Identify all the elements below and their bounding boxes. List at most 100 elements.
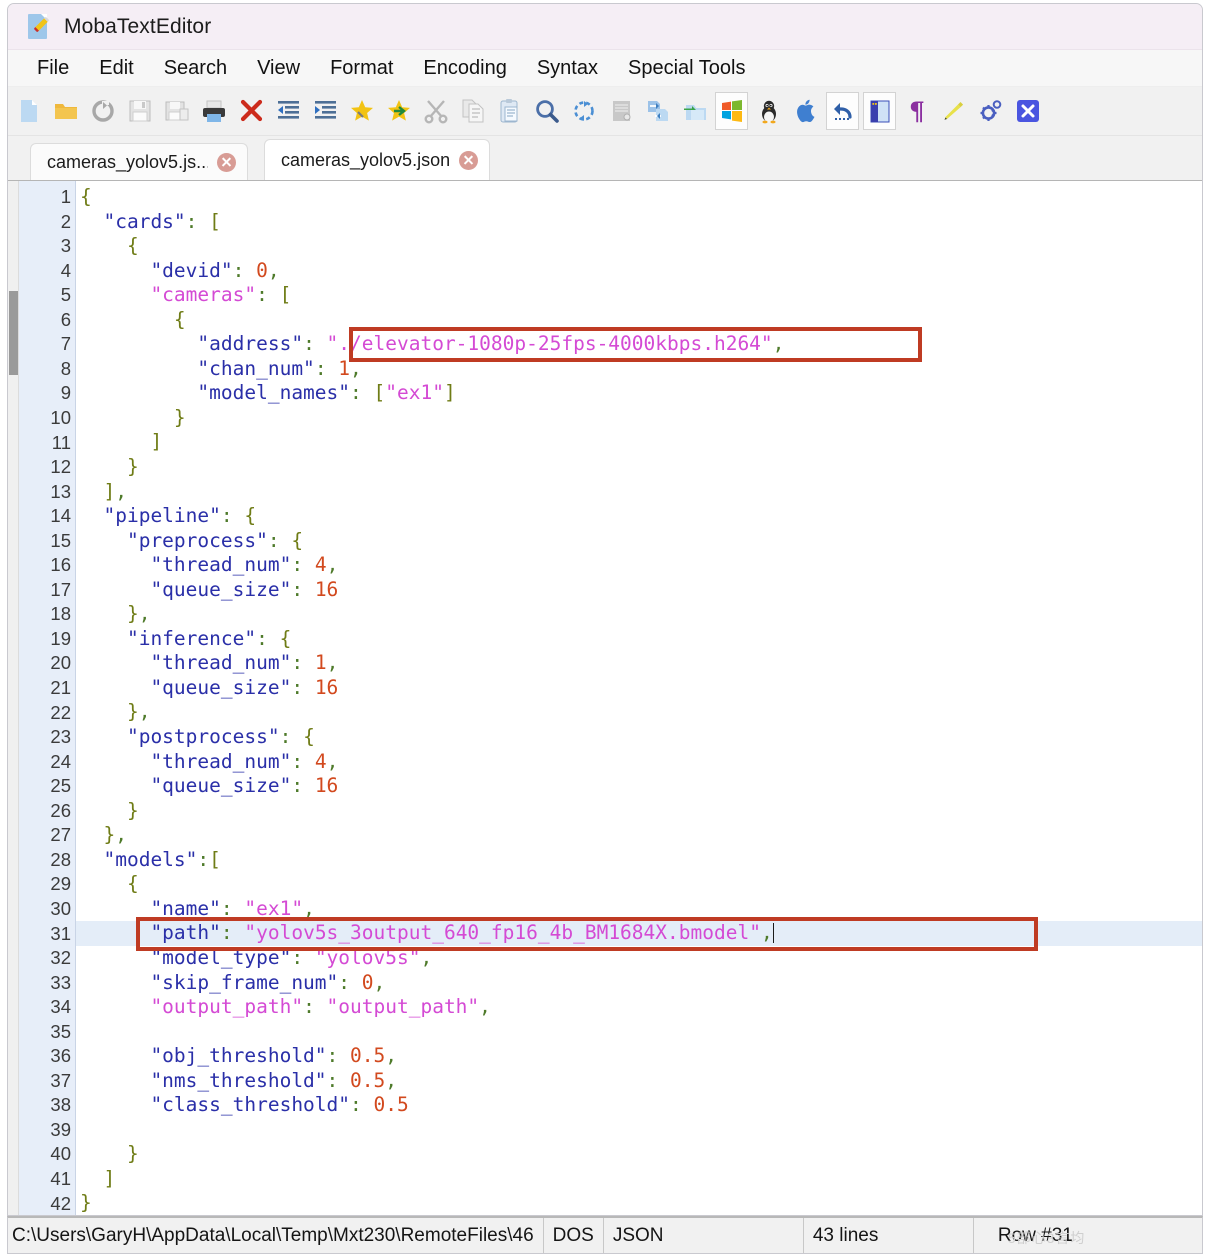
code-line-34[interactable]: "output_path": "output_path", [76, 995, 1202, 1020]
code-editor[interactable]: 1 2 3 4 5 6 7 8 9 10 11 12 13 14 15 16 17 18 19 20 21 22 23 24 2… [8, 180, 1202, 1215]
code-line-23[interactable]: "postprocess": { [76, 725, 1202, 750]
linux-penguin-icon[interactable] [752, 92, 785, 130]
line-number: 33 [50, 971, 71, 993]
new-file-icon[interactable] [12, 92, 45, 130]
code-line-8[interactable]: "chan_num": 1, [76, 357, 1202, 382]
code-line-14[interactable]: "pipeline": { [76, 504, 1202, 529]
line-number: 32 [50, 947, 71, 969]
code-line-7[interactable]: "address": "./elevator-1080p-25fps-4000k… [76, 332, 1202, 357]
menu-special-tools[interactable]: Special Tools [613, 57, 760, 80]
menubar: File Edit Search View Format Encoding Sy… [8, 50, 1202, 87]
line-number: 8 [60, 357, 71, 379]
save-as-icon[interactable] [160, 92, 193, 130]
line-number: 5 [60, 284, 71, 306]
pilcrow-icon[interactable]: ¶ [900, 92, 933, 130]
menu-format[interactable]: Format [315, 57, 408, 80]
menu-view[interactable]: View [242, 57, 315, 80]
code-line-28[interactable]: "models":[ [76, 848, 1202, 873]
side-panel-icon[interactable] [863, 92, 896, 130]
highlighter-pencil-icon[interactable] [937, 92, 970, 130]
close-x-icon[interactable] [234, 92, 267, 130]
swap-documents-icon[interactable] [641, 92, 674, 130]
search-magnifier-icon[interactable] [530, 92, 563, 130]
tab-cameras-yolov5-json[interactable]: cameras_yolov5.json [264, 139, 491, 180]
paste-icon[interactable] [493, 92, 526, 130]
code-line-13[interactable]: ], [76, 480, 1202, 505]
code-line-6[interactable]: { [76, 308, 1202, 333]
code-line-12[interactable]: } [76, 455, 1202, 480]
code-line-25[interactable]: "queue_size": 16 [76, 774, 1202, 799]
code-line-16[interactable]: "thread_num": 4, [76, 553, 1202, 578]
document-pencil-icon [25, 13, 51, 41]
code-line-41[interactable]: ] [76, 1167, 1202, 1192]
code-line-39[interactable] [76, 1118, 1202, 1143]
undo-icon[interactable] [826, 92, 859, 130]
code-line-3[interactable]: { [76, 234, 1202, 259]
status-language[interactable]: JSON [604, 1218, 804, 1253]
code-line-18[interactable]: }, [76, 602, 1202, 627]
settings-gear-icon[interactable] [974, 92, 1007, 130]
tab-cameras-yolov5-js[interactable]: cameras_yolov5.js... [30, 143, 248, 180]
code-line-37[interactable]: "nms_threshold": 0.5, [76, 1069, 1202, 1094]
code-line-26[interactable]: } [76, 799, 1202, 824]
line-number: 29 [50, 873, 71, 895]
print-icon[interactable] [197, 92, 230, 130]
line-number: 31 [50, 922, 71, 944]
code-line-15[interactable]: "preprocess": { [76, 529, 1202, 554]
menu-encoding[interactable]: Encoding [408, 57, 521, 80]
code-line-11[interactable]: ] [76, 430, 1202, 455]
code-line-10[interactable]: } [76, 406, 1202, 431]
code-line-20[interactable]: "thread_num": 1, [76, 651, 1202, 676]
code-line-5[interactable]: "cameras": [ [76, 283, 1202, 308]
vertical-scrollbar[interactable] [8, 181, 19, 1215]
code-line-19[interactable]: "inference": { [76, 627, 1202, 652]
statusbar: C:\Users\GaryH\AppData\Local\Temp\Mxt230… [7, 1216, 1203, 1254]
code-line-9[interactable]: "model_names": ["ex1"] [76, 381, 1202, 406]
document-properties-icon[interactable] [604, 92, 637, 130]
code-line-24[interactable]: "thread_num": 4, [76, 750, 1202, 775]
move-to-folder-icon[interactable] [678, 92, 711, 130]
scrollbar-thumb[interactable] [9, 291, 18, 375]
code-line-38[interactable]: "class_threshold": 0.5 [76, 1093, 1202, 1118]
code-line-30[interactable]: "name": "ex1", [76, 897, 1202, 922]
code-line-27[interactable]: }, [76, 823, 1202, 848]
code-line-32[interactable]: "model_type": "yolov5s", [76, 946, 1202, 971]
reload-icon[interactable] [86, 92, 119, 130]
close-icon[interactable] [217, 152, 236, 172]
code-line-40[interactable]: } [76, 1142, 1202, 1167]
code-line-21[interactable]: "queue_size": 16 [76, 676, 1202, 701]
code-line-29[interactable]: { [76, 872, 1202, 897]
indent-icon[interactable] [308, 92, 341, 130]
line-number: 9 [60, 382, 71, 404]
code-line-1[interactable]: { [76, 185, 1202, 210]
code-line-33[interactable]: "skip_frame_num": 0, [76, 971, 1202, 996]
code-line-2[interactable]: "cards": [ [76, 210, 1202, 235]
menu-edit[interactable]: Edit [84, 57, 148, 80]
apple-logo-icon[interactable] [789, 92, 822, 130]
copy-icon[interactable] [456, 92, 489, 130]
line-number: 16 [50, 554, 71, 576]
code-line-31[interactable]: "path": "yolov5s_3output_640_fp16_4b_BM1… [76, 921, 1202, 946]
close-icon[interactable] [459, 150, 479, 170]
exit-x-button-icon[interactable] [1011, 92, 1044, 130]
menu-file[interactable]: File [22, 57, 84, 80]
code-line-17[interactable]: "queue_size": 16 [76, 578, 1202, 603]
save-icon[interactable] [123, 92, 156, 130]
bookmark-star-icon[interactable] [345, 92, 378, 130]
code-line-22[interactable]: }, [76, 700, 1202, 725]
line-number: 19 [50, 627, 71, 649]
code-line-42[interactable]: } [76, 1191, 1202, 1215]
next-bookmark-star-icon[interactable] [382, 92, 415, 130]
outdent-icon[interactable] [271, 92, 304, 130]
replace-icon[interactable] [567, 92, 600, 130]
cut-scissors-icon[interactable] [419, 92, 452, 130]
code-line-36[interactable]: "obj_threshold": 0.5, [76, 1044, 1202, 1069]
status-line-endings[interactable]: DOS [544, 1218, 604, 1253]
code-content[interactable]: { "cards": [ { "devid": 0, "cameras": [ … [76, 181, 1202, 1215]
code-line-4[interactable]: "devid": 0, [76, 259, 1202, 284]
menu-syntax[interactable]: Syntax [522, 57, 613, 80]
menu-search[interactable]: Search [149, 57, 242, 80]
windows-logo-icon[interactable] [715, 92, 748, 130]
open-folder-icon[interactable] [49, 92, 82, 130]
code-line-35[interactable] [76, 1020, 1202, 1045]
